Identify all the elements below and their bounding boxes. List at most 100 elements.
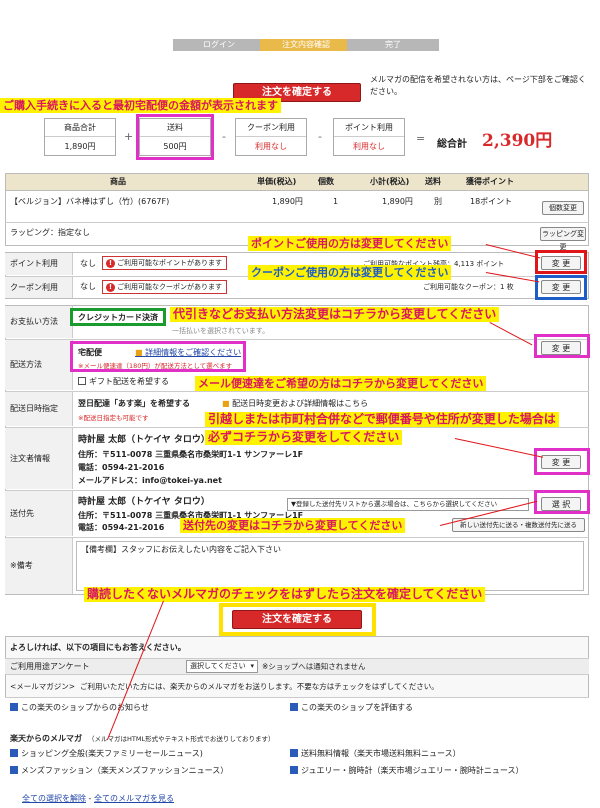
mag-checkbox-2[interactable] xyxy=(290,749,298,757)
gift-option[interactable]: ギフト配送を希望する xyxy=(78,376,169,388)
new-destination-button[interactable]: 新しい送付先に送る・複数送付先に送る xyxy=(452,518,585,532)
coupon-value: なし xyxy=(80,282,96,291)
summary-point-label: ポイント利用 xyxy=(334,119,404,137)
link-separator: - xyxy=(86,794,94,803)
date-service: 翌日配達「あす楽」を希望する xyxy=(78,399,190,408)
dest-list-select[interactable]: ▼登録した送付先リストから選ぶ場合は、こちらから選択してください xyxy=(287,498,529,511)
product-subtotal: 1,890円 xyxy=(382,197,413,206)
mag-checkbox-4[interactable] xyxy=(290,766,298,774)
quantity-change-button[interactable]: 個数変更 xyxy=(542,201,584,215)
total-value: 2,390円 xyxy=(482,131,553,151)
shop-review-checkbox[interactable] xyxy=(290,703,298,711)
mag-checkbox-3[interactable] xyxy=(10,766,18,774)
payment-note: 一括払いを選択されています。 xyxy=(172,327,270,335)
coupon-balance: ご利用可能なクーポン：1 枚 xyxy=(423,283,514,291)
dest-name: 時計屋 太郎（トケイヤ タロウ） xyxy=(78,497,210,507)
equals-sign: = xyxy=(416,132,426,145)
summary-point-value: 利用なし xyxy=(353,142,385,151)
mailmag-desc: ご利用いただいた方には、楽天からのメルマガをお送りします。不要な方はチェックをは… xyxy=(80,682,439,691)
survey-label: ご利用用途アンケート xyxy=(10,662,90,671)
gift-option-label: ギフト配送を希望する xyxy=(89,377,169,386)
product-qty: 1 xyxy=(333,197,339,206)
step-login: ログイン xyxy=(173,39,265,51)
product-shipping: 別 xyxy=(434,197,442,206)
mag-option-3[interactable]: メンズファッション（楽天メンズファッションニュース） xyxy=(10,765,228,777)
coupon-row-label: クーポン利用 xyxy=(5,277,73,298)
highlight-coupon-change xyxy=(535,275,587,300)
confirm-order-button-bottom[interactable]: 注文を確定する xyxy=(232,610,362,629)
divider xyxy=(5,391,589,392)
orderer-row-label: 注文者情報 xyxy=(5,428,73,489)
step-confirm: 注文内容確認 xyxy=(260,39,352,51)
header-shipping: 送料 xyxy=(425,177,441,186)
annotation-destination: 送付先の変更はコチラから変更してください xyxy=(180,518,406,533)
annotation-address-2: 必ずコチラから変更をしてください xyxy=(205,430,403,445)
rakuten-mag-note: （メルマガはHTML形式やテキスト形式でお送りしております） xyxy=(88,735,275,743)
point-value: なし xyxy=(80,259,96,268)
header-qty: 個数 xyxy=(318,177,334,186)
summary-coupon: クーポン利用 利用なし xyxy=(235,118,307,156)
note-textarea[interactable]: 【備考欄】スタッフにお伝えしたい内容をご記入下さい xyxy=(76,541,584,591)
mag-label-4: ジュエリー・腕時計（楽天市場ジュエリー・腕時計ニュース） xyxy=(301,766,524,775)
product-name: 【ベルジョン】バネ棒はずし（竹）(6767F) xyxy=(10,197,170,206)
summary-subtotal-label: 商品合計 xyxy=(45,119,115,137)
highlight-dest-select xyxy=(534,490,590,514)
mag-label-2: 送料無料情報（楽天市場送料無料ニュース） xyxy=(301,749,461,758)
survey-select[interactable]: 選択してください ▾ xyxy=(186,660,258,673)
summary-coupon-value: 利用なし xyxy=(255,142,287,151)
gift-checkbox[interactable] xyxy=(78,377,86,385)
rakuten-mag-title: 楽天からのメルマガ xyxy=(10,734,82,743)
point-row-label: ポイント利用 xyxy=(5,253,73,275)
uncheck-all-link[interactable]: 全ての選択を解除 xyxy=(22,794,86,803)
all-mags-link[interactable]: 全てのメルマガを見る xyxy=(94,794,174,803)
summary-coupon-label: クーポン利用 xyxy=(236,119,306,137)
payment-row-label: お支払い方法 xyxy=(5,306,73,338)
orderer-email: メールアドレス：info@tokei-ya.net xyxy=(78,476,222,485)
point-warning: ご利用可能なポイントがあります xyxy=(102,256,227,270)
dest-row-label: 送付先 xyxy=(5,491,73,536)
mag-checkbox-1[interactable] xyxy=(10,749,18,757)
divider xyxy=(5,537,589,538)
plus-sign: + xyxy=(124,130,134,143)
annotation-mail-delivery: メール便速達をご希望の方はコチラから変更してください xyxy=(195,376,487,391)
dest-phone: 電話：0594-21-2016 xyxy=(78,523,165,532)
annotation-coupon: クーポンご使用の方は変更してください xyxy=(248,265,452,280)
mag-label-1: ショッピング全般(楽天ファミリーセールニュース) xyxy=(21,749,203,758)
highlight-orderer-change xyxy=(534,448,590,475)
wrapping-label: ラッピング：指定なし xyxy=(10,228,90,237)
header-product: 商品 xyxy=(110,177,126,186)
orderer-phone: 電話：0594-21-2016 xyxy=(78,463,165,472)
annotation-mailmag-uncheck: 購読したくないメルマガのチェックをはずしたら注文を確定してください xyxy=(84,587,486,602)
summary-point: ポイント利用 利用なし xyxy=(333,118,405,156)
highlight-point-change xyxy=(535,250,587,274)
annotation-points: ポイントご使用の方は変更してください xyxy=(248,236,452,251)
mag-label-3: メンズファッション（楽天メンズファッションニュース） xyxy=(21,766,229,775)
mag-option-4[interactable]: ジュエリー・腕時計（楽天市場ジュエリー・腕時計ニュース） xyxy=(290,765,523,777)
date-row-label: 配送日時指定 xyxy=(5,392,73,426)
product-points: 18ポイント xyxy=(470,197,513,206)
survey-select-value: 選択してください xyxy=(190,662,246,670)
minus-sign-2: - xyxy=(318,130,322,143)
step-complete: 完了 xyxy=(347,39,439,51)
annotation-first-delivery: ご購入手続きに入ると最初宅配便の金額が表示されます xyxy=(0,98,281,113)
header-points: 獲得ポイント xyxy=(466,177,514,186)
summary-subtotal-value: 1,890円 xyxy=(64,142,96,151)
bottom-intro: よろしければ、以下の項目にもお答えください。 xyxy=(10,643,186,652)
survey-note: ※ショップへは通知されません xyxy=(262,662,366,671)
info-icon: ■ xyxy=(222,399,230,408)
mag-option-1[interactable]: ショッピング全般(楽天ファミリーセールニュース) xyxy=(10,748,203,760)
delivery-row-label: 配送方法 xyxy=(5,340,73,390)
chevron-down-icon: ▾ xyxy=(250,662,254,670)
summary-subtotal: 商品合計 1,890円 xyxy=(44,118,116,156)
date-detail-link[interactable]: ■ 配送日時変更および詳細情報はこちら xyxy=(222,398,368,410)
shop-review-option[interactable]: この楽天のショップを評価する xyxy=(290,702,413,714)
shop-news-option[interactable]: この楽天のショップからのお知らせ xyxy=(10,702,149,714)
mag-option-2[interactable]: 送料無料情報（楽天市場送料無料ニュース） xyxy=(290,748,461,760)
shop-news-checkbox[interactable] xyxy=(10,703,18,711)
highlight-shipping xyxy=(136,114,214,160)
wrapping-change-button[interactable]: ラッピング変更 xyxy=(540,227,586,251)
highlight-payment xyxy=(70,308,166,326)
date-detail-text: 配送日時変更および詳細情報はこちら xyxy=(232,399,369,408)
note-row-label: ※備考 xyxy=(5,538,73,594)
product-price: 1,890円 xyxy=(272,197,303,206)
